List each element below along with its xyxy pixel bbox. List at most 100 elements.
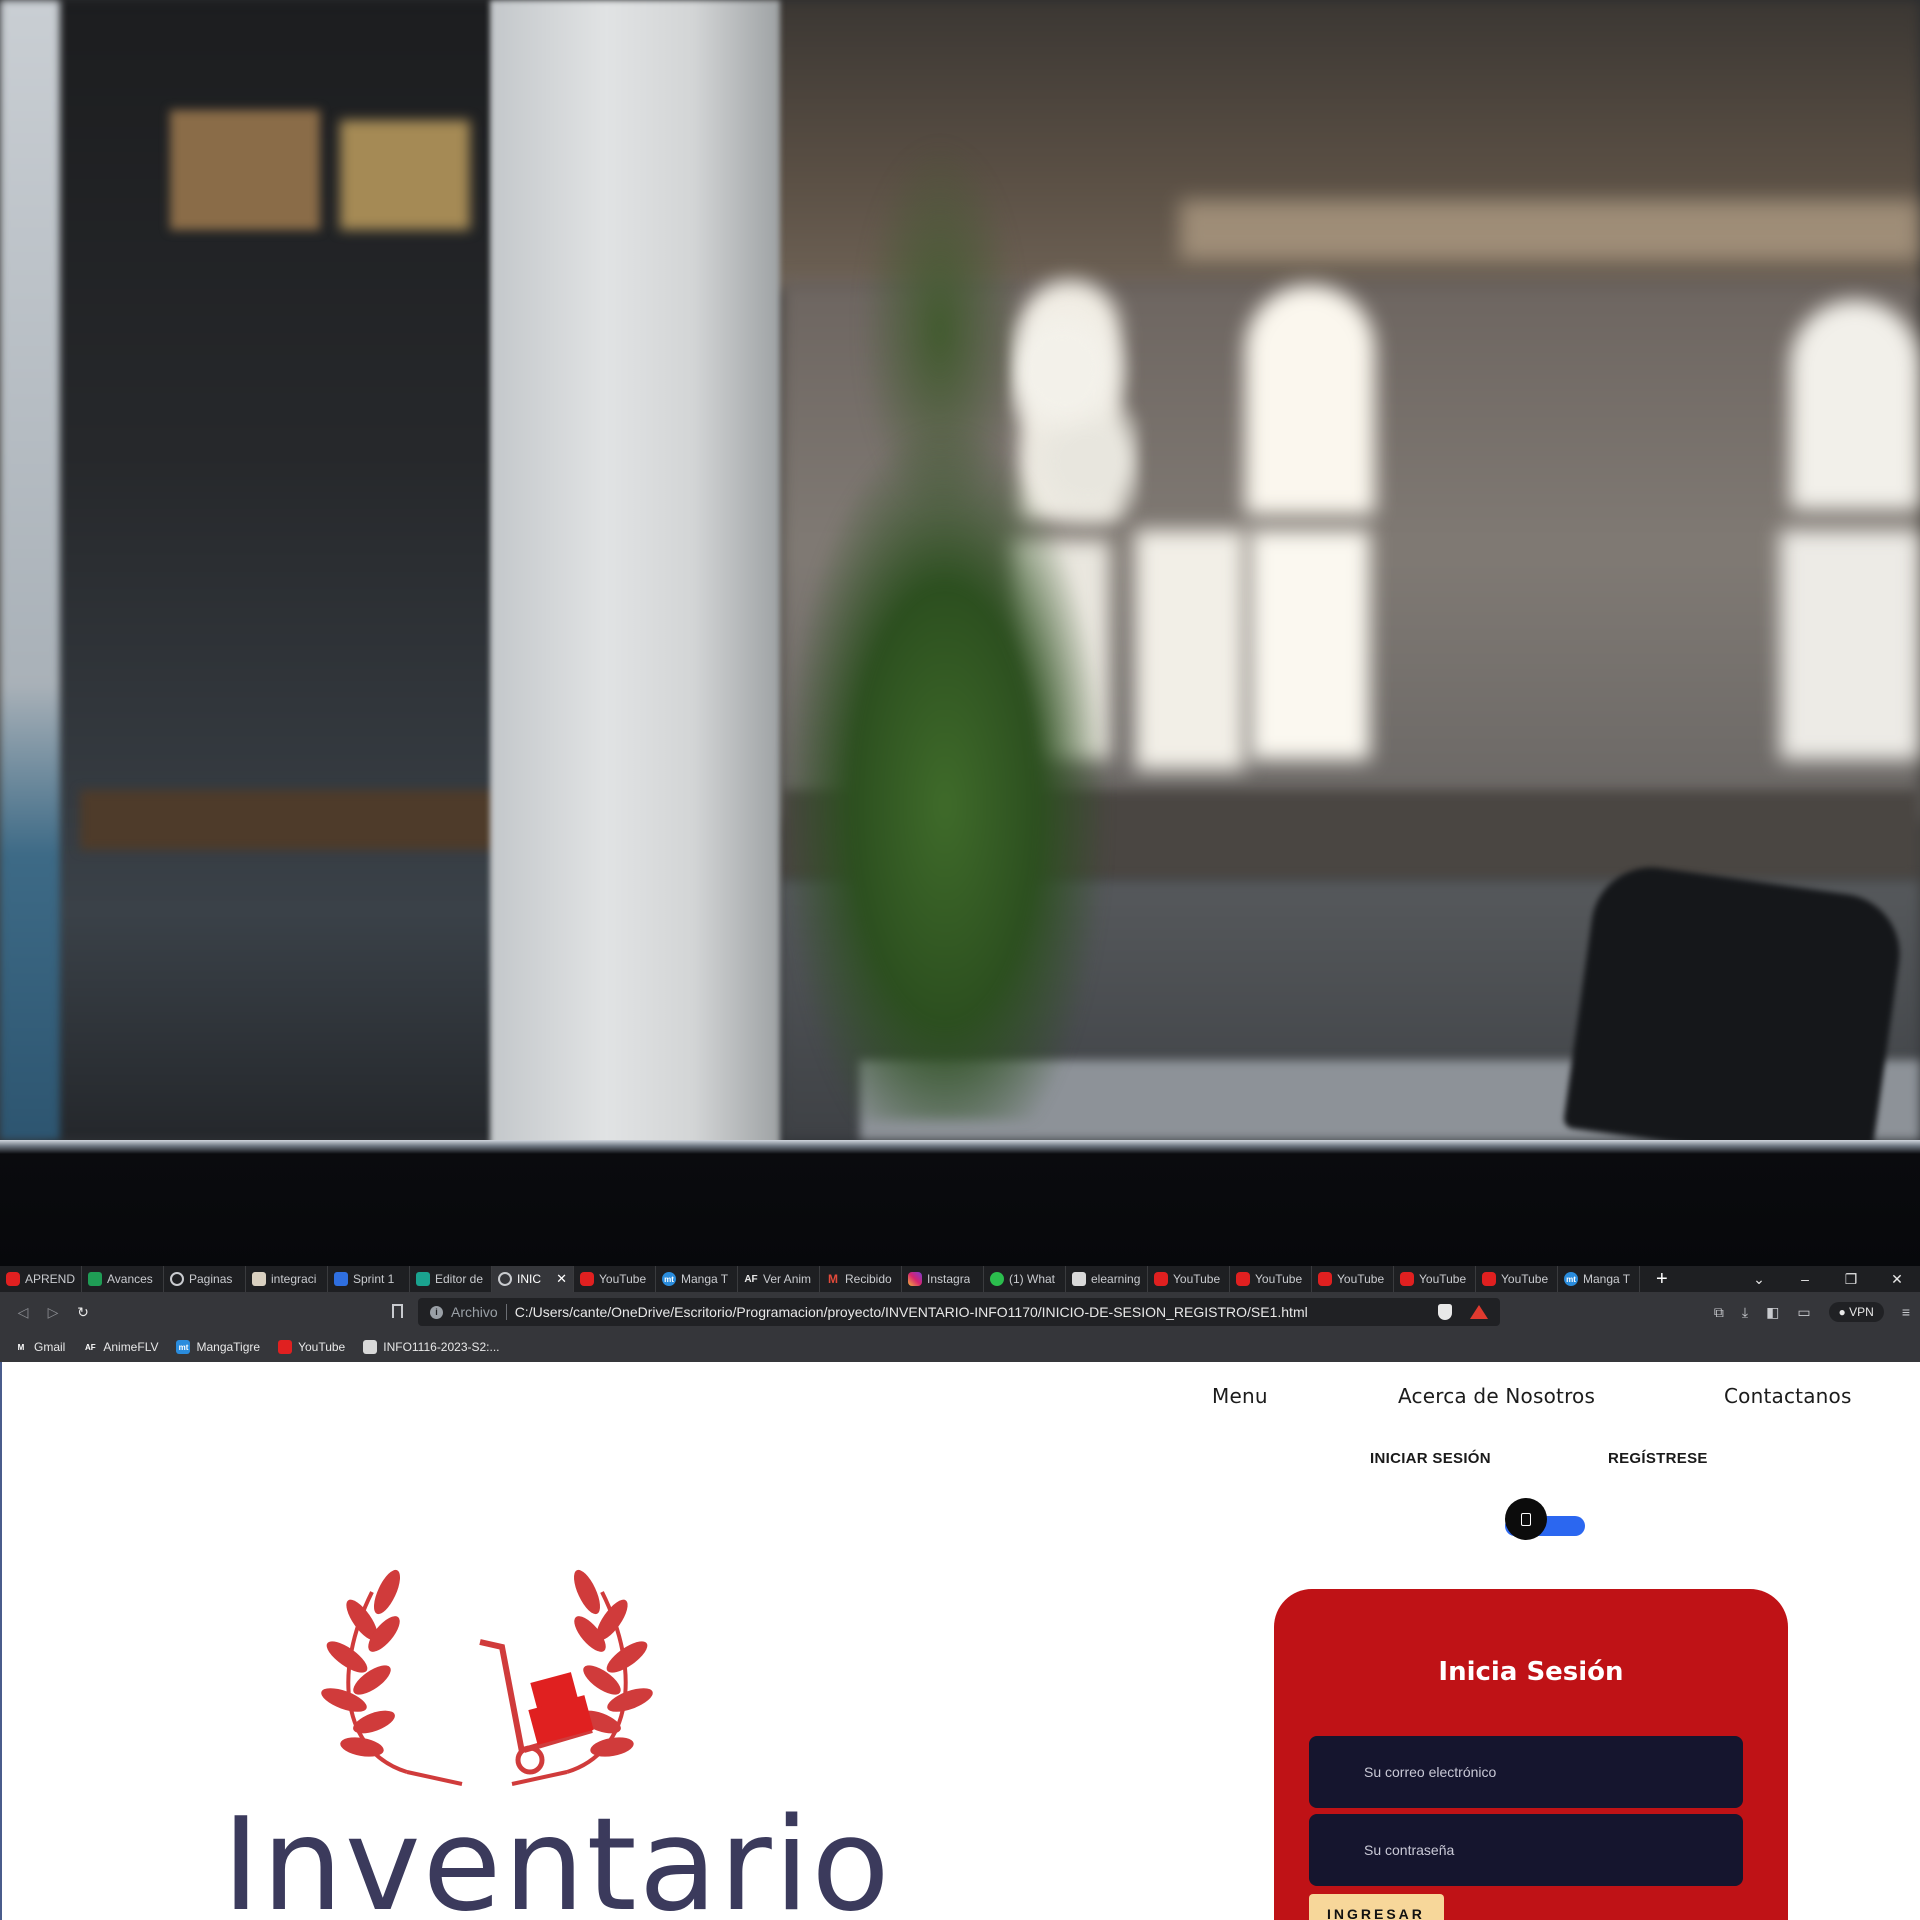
close-window-button[interactable]: ✕ — [1874, 1271, 1920, 1288]
mangatigre-icon: mt — [1564, 1272, 1578, 1286]
email-field[interactable] — [1309, 1736, 1743, 1808]
menu-icon[interactable]: ≡ — [1902, 1304, 1910, 1320]
login-card: Inicia Sesión INGRESAR — [1274, 1589, 1788, 1920]
brave-rewards-icon[interactable] — [1470, 1305, 1488, 1319]
bookmark-item[interactable]: mt MangaTigre — [176, 1340, 260, 1354]
browser-tab[interactable]: AF Ver Anim — [738, 1266, 820, 1292]
web-page: Menu Acerca de Nosotros Contactanos INIC… — [0, 1362, 1920, 1920]
toggle-glyph-icon — [1521, 1512, 1531, 1526]
youtube-icon — [278, 1340, 293, 1354]
browser-tab[interactable]: Avances — [82, 1266, 164, 1292]
browser-tab[interactable]: integraci — [246, 1266, 328, 1292]
browser-tab[interactable]: (1) What — [984, 1266, 1066, 1292]
brave-shield-icon[interactable] — [1438, 1304, 1452, 1320]
globe-icon — [498, 1272, 512, 1286]
tab-title: YouTube — [1337, 1272, 1385, 1286]
logo-wordmark: Inventario — [222, 1791, 892, 1920]
restore-button[interactable]: ❐ — [1828, 1271, 1874, 1288]
bookmark-item[interactable]: YouTube — [278, 1340, 345, 1354]
tab-title: YouTube — [599, 1272, 647, 1286]
animeflv-icon: AF — [85, 1342, 96, 1352]
mangatigre-icon: mt — [176, 1340, 191, 1354]
tab-title: integraci — [271, 1272, 317, 1286]
browser-tab[interactable]: elearning — [1066, 1266, 1148, 1292]
bookmark-icon[interactable] — [392, 1304, 403, 1318]
youtube-icon — [1482, 1272, 1496, 1286]
tab-title: YouTube — [1419, 1272, 1467, 1286]
browser-tab[interactable]: Sprint 1 — [328, 1266, 410, 1292]
tab-strip: APRENDI Avances Paginas integraci Sprint 1 Ed… — [0, 1266, 1920, 1292]
bookmark-label: Gmail — [34, 1340, 66, 1354]
login-title: Inicia Sesión — [1438, 1657, 1624, 1687]
wallet-icon[interactable]: ▭ — [1797, 1304, 1810, 1321]
bookmark-item[interactable]: INFO1116-2023-S2:... — [363, 1340, 500, 1354]
animeflv-icon: AF — [744, 1273, 758, 1285]
elearning-icon — [363, 1340, 378, 1354]
youtube-icon — [1318, 1272, 1332, 1286]
new-tab-button[interactable]: + — [1656, 1268, 1686, 1291]
tab-search-button[interactable]: ⌄ — [1736, 1271, 1782, 1288]
elearning-icon — [1072, 1272, 1086, 1286]
page-icon — [252, 1272, 266, 1286]
sheets-icon — [88, 1272, 102, 1286]
forward-icon[interactable]: ▷ — [38, 1304, 68, 1321]
bookmark-label: INFO1116-2023-S2:... — [383, 1340, 500, 1354]
login-button[interactable]: INGRESAR — [1309, 1894, 1444, 1920]
browser-toolbar: ◁ ▷ ↻ i Archivo C:/Users/cante/OneDrive/… — [0, 1292, 1920, 1332]
browser-tab[interactable]: Instagra — [902, 1266, 984, 1292]
browser-tab[interactable]: YouTube — [1394, 1266, 1476, 1292]
site-info-icon[interactable]: i — [430, 1305, 443, 1319]
vpn-label: VPN — [1849, 1305, 1874, 1319]
downloads-icon[interactable]: ⤓ — [1742, 1304, 1748, 1321]
nav-contact-link[interactable]: Contactanos — [1724, 1384, 1852, 1408]
bookmark-item[interactable]: AF AnimeFLV — [83, 1340, 158, 1354]
gmail-icon: M — [17, 1342, 25, 1352]
back-icon[interactable]: ◁ — [8, 1304, 38, 1321]
sidebar-icon[interactable]: ◧ — [1766, 1304, 1779, 1321]
tab-title: (1) What — [1009, 1272, 1056, 1286]
editor-icon — [416, 1272, 430, 1286]
browser-tab[interactable]: YouTube — [1230, 1266, 1312, 1292]
browser-tab[interactable]: Paginas — [164, 1266, 246, 1292]
vpn-button[interactable]: ● VPN — [1828, 1302, 1884, 1322]
browser-tab[interactable]: mt Manga T — [1558, 1266, 1640, 1292]
browser-tab[interactable]: Editor de — [410, 1266, 492, 1292]
password-field[interactable] — [1309, 1814, 1743, 1886]
browser-tab[interactable]: YouTube — [574, 1266, 656, 1292]
instagram-icon — [908, 1272, 922, 1286]
tab-title: Manga T — [681, 1272, 729, 1286]
browser-tab[interactable]: M Recibido — [820, 1266, 902, 1292]
browser-tab[interactable]: APRENDI — [0, 1266, 82, 1292]
bookmark-item[interactable]: M Gmail — [14, 1340, 66, 1354]
tab-login[interactable]: INICIAR SESIÓN — [1370, 1450, 1491, 1467]
background-photo — [0, 0, 1920, 1266]
nav-menu-link[interactable]: Menu — [1212, 1384, 1268, 1408]
globe-icon — [170, 1272, 184, 1286]
auth-toggle-knob[interactable] — [1505, 1498, 1547, 1540]
browser-tab[interactable]: mt Manga T — [656, 1266, 738, 1292]
close-tab-icon[interactable]: ✕ — [556, 1271, 567, 1287]
browser-tab[interactable]: INIC ✕ — [492, 1266, 574, 1292]
minimize-button[interactable]: – — [1782, 1271, 1828, 1287]
scheme-label: Archivo — [451, 1304, 498, 1320]
tab-title: Recibido — [845, 1272, 892, 1286]
docs-icon — [334, 1272, 348, 1286]
extensions-icon[interactable]: ⧉ — [1714, 1304, 1724, 1321]
browser-tab[interactable]: YouTube — [1476, 1266, 1558, 1292]
youtube-icon — [6, 1272, 20, 1286]
tab-title: YouTube — [1255, 1272, 1303, 1286]
tab-title: elearning — [1091, 1272, 1141, 1286]
bookmark-label: MangaTigre — [196, 1340, 261, 1354]
address-bar[interactable]: i Archivo C:/Users/cante/OneDrive/Escrit… — [418, 1298, 1500, 1326]
nav-about-link[interactable]: Acerca de Nosotros — [1398, 1384, 1595, 1408]
tab-title: Instagra — [927, 1272, 971, 1286]
reload-icon[interactable]: ↻ — [68, 1304, 98, 1321]
browser-tab[interactable]: YouTube — [1148, 1266, 1230, 1292]
youtube-icon — [580, 1272, 594, 1286]
url-text[interactable]: C:/Users/cante/OneDrive/Escritorio/Progr… — [515, 1304, 1308, 1320]
tab-register[interactable]: REGÍSTRESE — [1608, 1450, 1708, 1467]
youtube-icon — [1236, 1272, 1250, 1286]
browser-tab[interactable]: YouTube — [1312, 1266, 1394, 1292]
whatsapp-icon — [990, 1272, 1004, 1286]
tab-title: Avances — [107, 1272, 153, 1286]
